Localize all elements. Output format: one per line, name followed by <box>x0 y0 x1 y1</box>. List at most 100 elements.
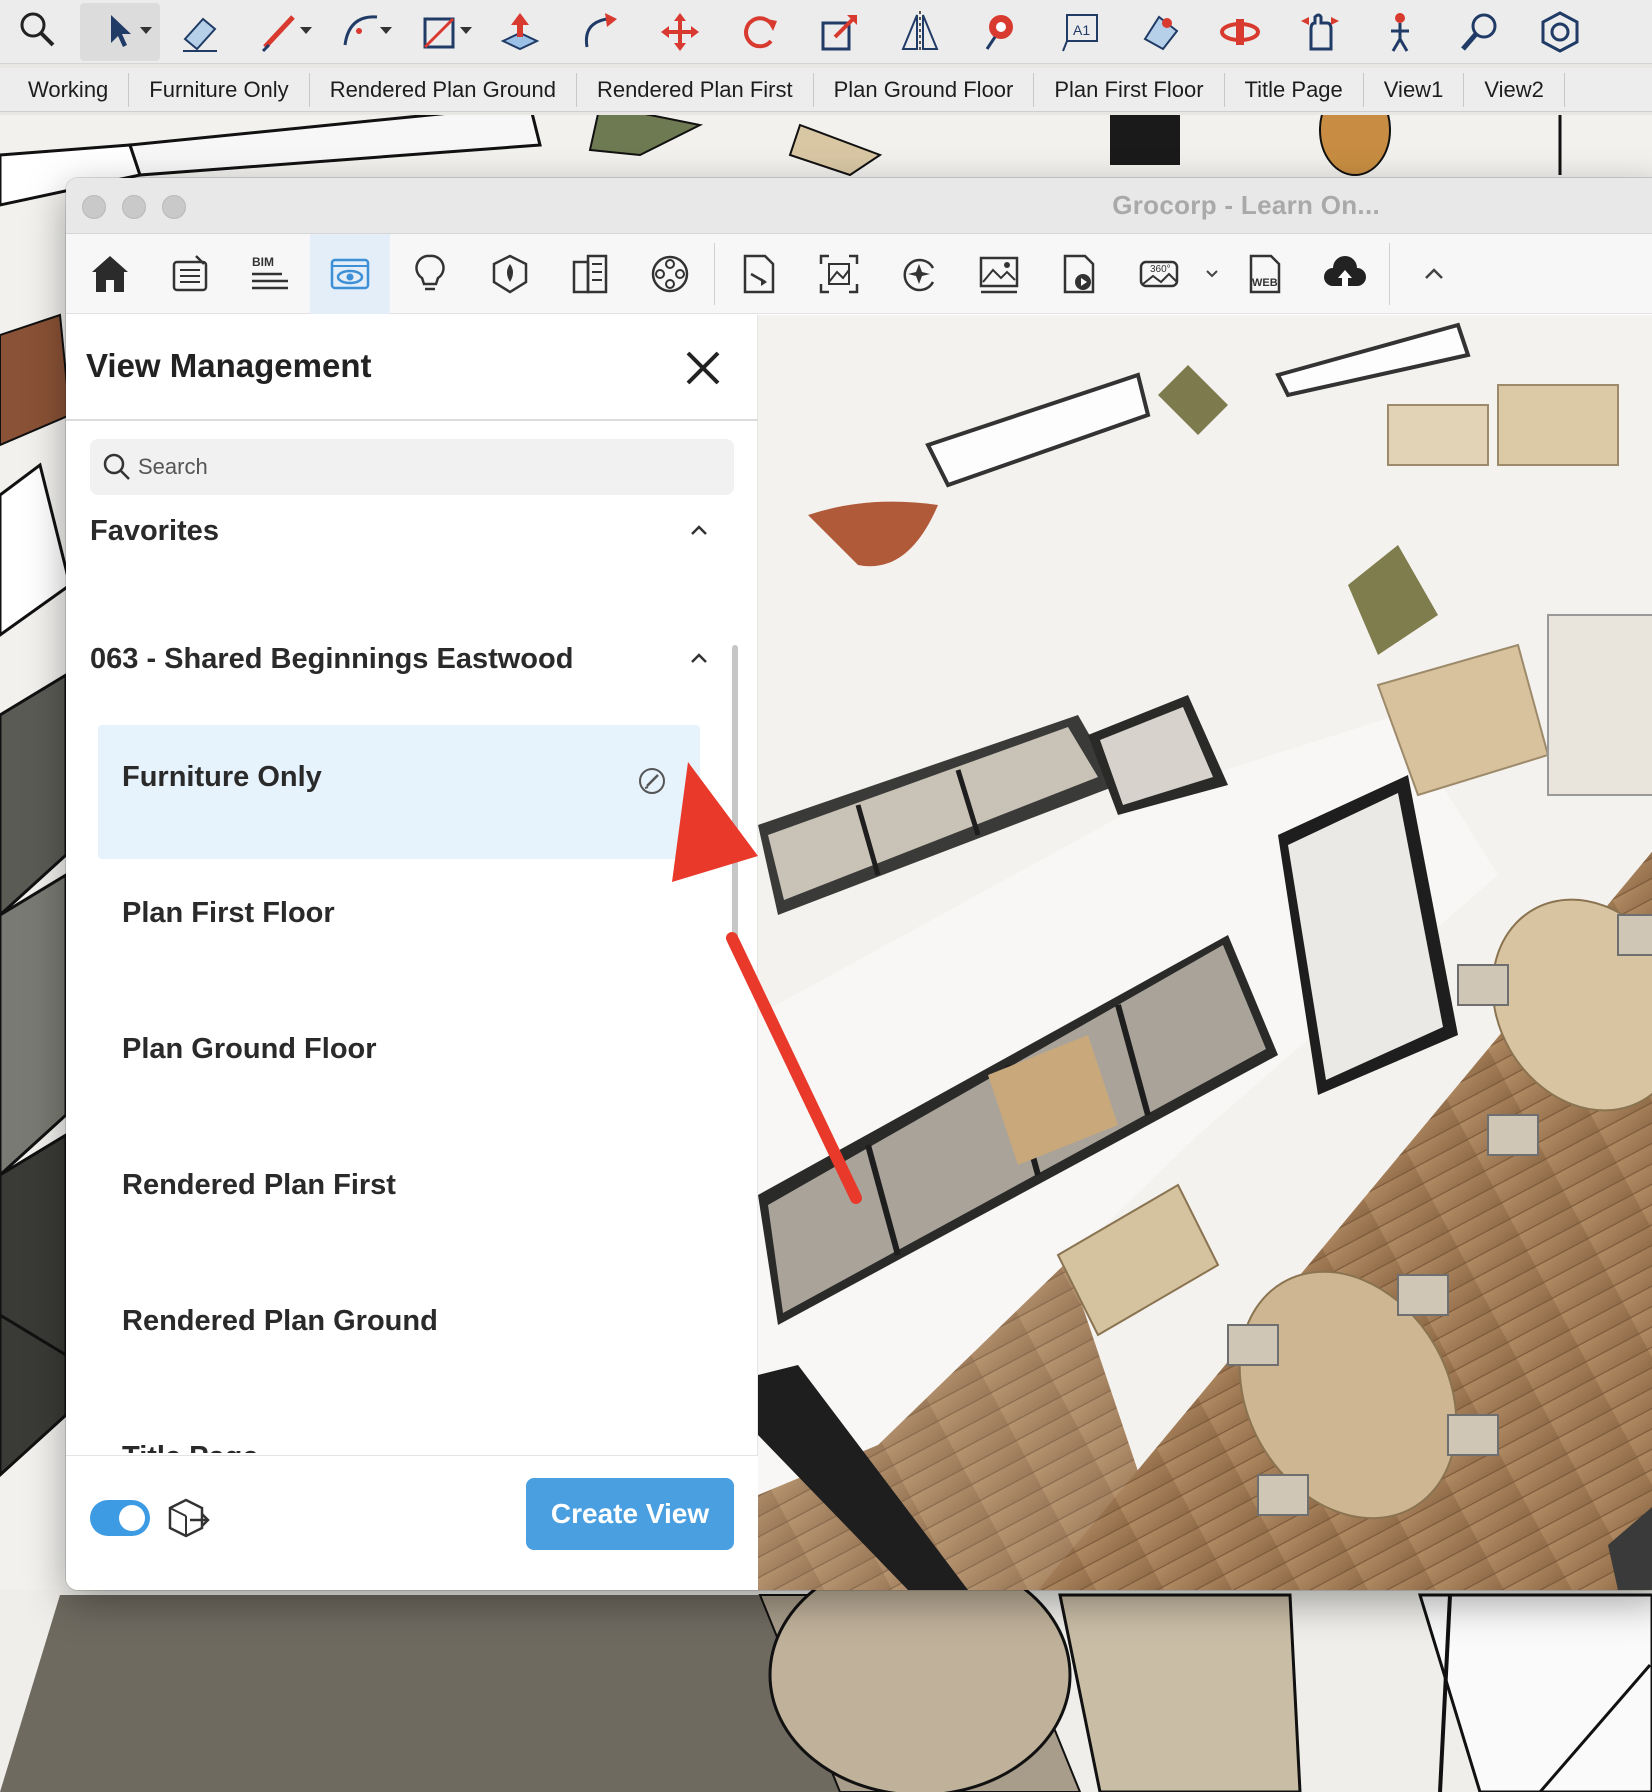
view-name: Plan First Floor <box>122 897 335 929</box>
render-region-button[interactable] <box>799 234 879 314</box>
favorites-section-header[interactable]: Favorites <box>90 503 710 563</box>
web-export-button[interactable]: WEB <box>1225 234 1305 314</box>
push-pull-tool[interactable] <box>480 3 560 61</box>
scene-tab[interactable]: Furniture Only <box>129 72 310 107</box>
move-tool[interactable] <box>640 3 720 61</box>
home-button[interactable] <box>70 234 150 314</box>
extension-icon <box>1541 10 1579 53</box>
close-icon[interactable] <box>678 343 728 393</box>
scene-tab[interactable]: Rendered Plan First <box>577 72 814 107</box>
text-tool[interactable]: A1 <box>1040 3 1120 61</box>
image-button[interactable] <box>959 234 1039 314</box>
toggle-knob <box>119 1505 145 1531</box>
walk-tool[interactable] <box>1360 3 1440 61</box>
orbit-icon <box>1143 15 1179 50</box>
view-item[interactable]: Title Page <box>98 1405 700 1453</box>
pan-tool[interactable] <box>1280 3 1360 61</box>
views-list[interactable]: Favorites 063 - Shared Beginnings Eastwo… <box>66 503 758 1453</box>
view-management-panel: View Management Favorites 063 - Shared B… <box>66 315 758 1590</box>
flip-tool[interactable] <box>880 3 960 61</box>
line-tool[interactable] <box>240 3 320 61</box>
eraser-tool[interactable] <box>160 3 240 61</box>
rotate-icon <box>744 15 777 48</box>
panorama-button[interactable]: 360° <box>1119 234 1199 314</box>
panorama-dropdown[interactable] <box>1199 234 1225 314</box>
scene-tab[interactable]: View1 <box>1364 72 1465 107</box>
view-item[interactable]: Furniture Only <box>98 725 700 859</box>
list-scrollbar[interactable] <box>732 645 738 945</box>
rotate-tool[interactable] <box>720 3 800 61</box>
view-item[interactable]: Plan First Floor <box>98 861 700 995</box>
film-reel-icon <box>651 255 689 292</box>
scale-tool[interactable] <box>800 3 880 61</box>
building-icon <box>572 254 608 293</box>
buildings-button[interactable] <box>550 234 630 314</box>
assets-button[interactable] <box>630 234 710 314</box>
view-item[interactable]: Rendered Plan First <box>98 1133 700 1267</box>
scene-tab[interactable]: Rendered Plan Ground <box>310 72 577 107</box>
panel-footer: Create View <box>66 1455 758 1590</box>
chevron-down-icon[interactable] <box>140 26 152 34</box>
scene-tab[interactable]: Plan First Floor <box>1034 72 1225 107</box>
zoom-window-button[interactable] <box>162 195 186 219</box>
flip-icon <box>901 10 939 53</box>
chevron-up-icon <box>691 653 707 663</box>
cloud-button[interactable] <box>1305 234 1385 314</box>
tape-measure-tool[interactable] <box>960 3 1040 61</box>
select-tool[interactable] <box>80 2 160 61</box>
arc-icon <box>343 14 378 45</box>
follow-me-tool[interactable] <box>560 3 640 61</box>
collapse-toolbar-button[interactable] <box>1394 234 1474 314</box>
orbit-arrows-icon <box>1220 18 1260 45</box>
image-icon <box>979 256 1019 293</box>
minimize-window-button[interactable] <box>122 195 146 219</box>
panel-title: View Management <box>86 347 372 384</box>
video-export-button[interactable] <box>1039 234 1119 314</box>
materials-button[interactable] <box>470 234 550 314</box>
toolbar-separator <box>1389 242 1390 305</box>
close-window-button[interactable] <box>82 195 106 219</box>
rendered-interior-image <box>758 315 1652 1590</box>
view-item[interactable]: Rendered Plan Ground <box>98 1269 700 1403</box>
zoom-tool[interactable] <box>1440 3 1520 61</box>
view-name: Rendered Plan Ground <box>122 1305 438 1337</box>
chevron-down-icon[interactable] <box>460 26 472 34</box>
orbit-tool[interactable] <box>1200 3 1280 61</box>
render-preview[interactable] <box>758 315 1652 1590</box>
extension-tool[interactable] <box>1520 3 1600 61</box>
view-management-button[interactable] <box>310 233 390 314</box>
scene-tab[interactable]: Working <box>8 72 130 107</box>
arc-tool[interactable] <box>320 3 400 61</box>
project-section-header[interactable]: 063 - Shared Beginnings Eastwood <box>90 631 710 691</box>
chevron-down-icon[interactable] <box>300 26 312 34</box>
search-icon <box>20 12 55 46</box>
rectangle-tool[interactable] <box>400 3 480 61</box>
scene-tab[interactable]: View2 <box>1464 72 1565 107</box>
push-pull-icon <box>500 12 540 50</box>
view-item[interactable]: Plan Ground Floor <box>98 997 700 1131</box>
window-titlebar[interactable]: Grocorp - Learn On... <box>66 178 1652 234</box>
create-view-button[interactable]: Create View <box>526 1478 734 1550</box>
view-toggle-switch[interactable] <box>90 1500 150 1536</box>
scene-tab[interactable]: Title Page <box>1225 72 1364 107</box>
edit-pencil-icon[interactable] <box>636 765 668 797</box>
lighting-button[interactable] <box>390 234 470 314</box>
eye-window-icon <box>330 258 370 289</box>
scale-icon <box>821 14 857 50</box>
move-icon <box>661 12 699 51</box>
notes-button[interactable] <box>150 234 230 314</box>
scene-tab[interactable]: Plan Ground Floor <box>814 72 1035 107</box>
paint-tool[interactable] <box>1120 3 1200 61</box>
panorama-360-icon: 360° <box>1139 260 1179 287</box>
search-input[interactable] <box>138 439 718 495</box>
ai-enhance-button[interactable] <box>879 234 959 314</box>
zoom-window-tool[interactable] <box>0 3 80 61</box>
window-title: Grocorp - Learn On... <box>1112 190 1380 220</box>
view-name: Title Page <box>122 1441 258 1453</box>
bim-button[interactable]: BIM <box>230 234 310 314</box>
chevron-down-icon[interactable] <box>380 26 392 34</box>
search-icon <box>103 453 130 480</box>
pan-icon <box>1301 13 1339 50</box>
cube-export-icon[interactable] <box>166 1494 212 1540</box>
export-file-button[interactable] <box>719 234 799 314</box>
